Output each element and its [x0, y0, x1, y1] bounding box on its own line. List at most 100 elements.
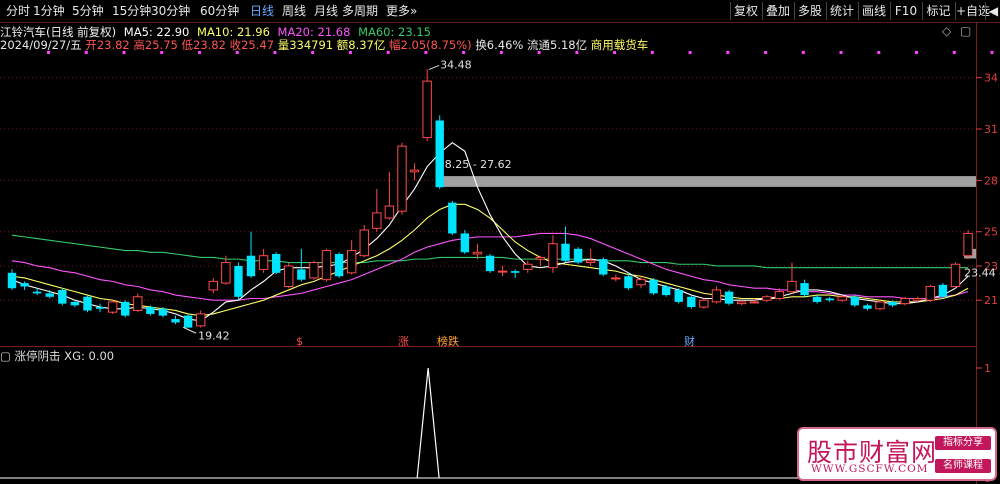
candle-body: [297, 269, 306, 280]
candle-body: [246, 255, 256, 277]
candle-body: [674, 289, 683, 302]
marker-dot: [688, 51, 692, 54]
candle-body: [812, 296, 822, 302]
candle-body: [70, 301, 80, 306]
candle-body: [850, 296, 860, 306]
y-tick-label: 31: [984, 123, 998, 136]
price-zone: [435, 176, 977, 187]
marker-dot: [462, 51, 466, 54]
candle-body: [95, 307, 105, 309]
marker-dot: [273, 51, 277, 54]
candle-body: [221, 262, 231, 284]
signal-dollar: $: [296, 335, 303, 348]
candle-body: [585, 260, 596, 264]
candle-body: [183, 315, 193, 328]
candle-body: [787, 280, 797, 293]
marker-dot: [499, 51, 503, 54]
marker-dot: [650, 51, 654, 54]
marker-dot: [575, 51, 579, 54]
candle-body: [284, 265, 294, 288]
zone-label: 23.44 - 23.: [964, 266, 1000, 279]
candle-body: [511, 271, 520, 273]
high-pointer: [428, 64, 440, 70]
marker-dot: [537, 51, 541, 54]
candle-body: [938, 284, 948, 297]
y-tick-label: 25: [984, 226, 998, 239]
candle-body: [687, 296, 696, 308]
low-price-label: 19.42: [198, 329, 230, 342]
candle-body: [535, 256, 546, 260]
candle-body: [561, 243, 570, 261]
candle-body: [334, 253, 344, 277]
candle-body: [636, 279, 646, 286]
candle-body: [45, 293, 54, 297]
zone-label: 28.25 - 27.62: [438, 158, 512, 171]
candle-body: [309, 262, 319, 279]
candle-body: [346, 250, 357, 274]
marker-dot: [311, 51, 315, 54]
marker-dot: [877, 51, 881, 54]
candle-body: [825, 298, 834, 301]
candle-body: [649, 279, 658, 294]
candle-body: [133, 296, 143, 311]
marker-dot: [160, 51, 164, 54]
candle-body: [699, 299, 709, 308]
kline-chart[interactable]: 21232528313428.25 - 27.6223.44 - 23.34.4…: [0, 0, 1000, 484]
marker-dot: [235, 51, 239, 54]
subchart-header: ▢ 涨停阴击 XG: 0.00: [0, 348, 114, 364]
candle-body: [234, 265, 243, 297]
marker-dot: [348, 51, 352, 54]
watermark-tag-share: 指标分享: [935, 436, 991, 450]
candle-body: [171, 319, 180, 323]
candle-body: [548, 243, 558, 269]
candle-body: [472, 251, 483, 255]
subchart-spike: [416, 367, 440, 479]
candle-body: [107, 301, 118, 313]
site-watermark: 股市财富网 WWW.GSCFW.COM 指标分享 名师课程: [797, 427, 997, 481]
y-tick-label: 21: [984, 294, 998, 307]
signal-cai: 财: [684, 334, 695, 348]
candle-body: [599, 259, 608, 275]
watermark-tag-course: 名师课程: [935, 459, 991, 473]
candle-body: [724, 291, 734, 304]
candle-body: [736, 301, 747, 305]
marker-dot: [839, 51, 843, 54]
candle-body: [20, 283, 29, 287]
marker-dot: [84, 51, 88, 54]
candle-body: [32, 291, 42, 294]
candle-body: [158, 308, 168, 316]
candle-body: [950, 263, 961, 288]
candle-body: [321, 250, 332, 281]
y-tick-label: 34: [984, 72, 998, 85]
candle-body: [774, 291, 785, 299]
candle-body: [913, 297, 923, 301]
marker-dot: [726, 51, 730, 54]
candle-body: [196, 313, 206, 327]
marker-dot: [915, 51, 919, 54]
candle-body: [497, 270, 508, 273]
candle-body: [409, 169, 420, 173]
candle-body: [359, 229, 369, 257]
marker-dot: [386, 51, 390, 54]
candle-body: [58, 289, 67, 304]
candle-body: [7, 272, 17, 289]
candle-body: [711, 289, 722, 303]
candle-body: [448, 202, 457, 234]
candle-body: [863, 305, 872, 309]
candle-body: [963, 232, 973, 257]
candle-body: [800, 283, 809, 296]
candle-body: [624, 276, 633, 289]
marker-dot: [990, 51, 994, 54]
subchart-y-tick-label: 1: [984, 362, 991, 375]
candle-body: [925, 286, 936, 301]
signal-zhang: 涨: [398, 335, 409, 348]
candle-body: [83, 296, 92, 311]
marker-dot: [424, 51, 428, 54]
candle-body: [435, 120, 444, 188]
subchart-title: 涨停阴击 XG: 0.00: [14, 349, 115, 363]
candle-body: [121, 301, 130, 316]
subchart-collapse-icon[interactable]: ▢: [0, 349, 11, 363]
high-price-label: 34.48: [440, 58, 472, 71]
marker-dot: [801, 51, 805, 54]
candle-body: [888, 301, 897, 306]
